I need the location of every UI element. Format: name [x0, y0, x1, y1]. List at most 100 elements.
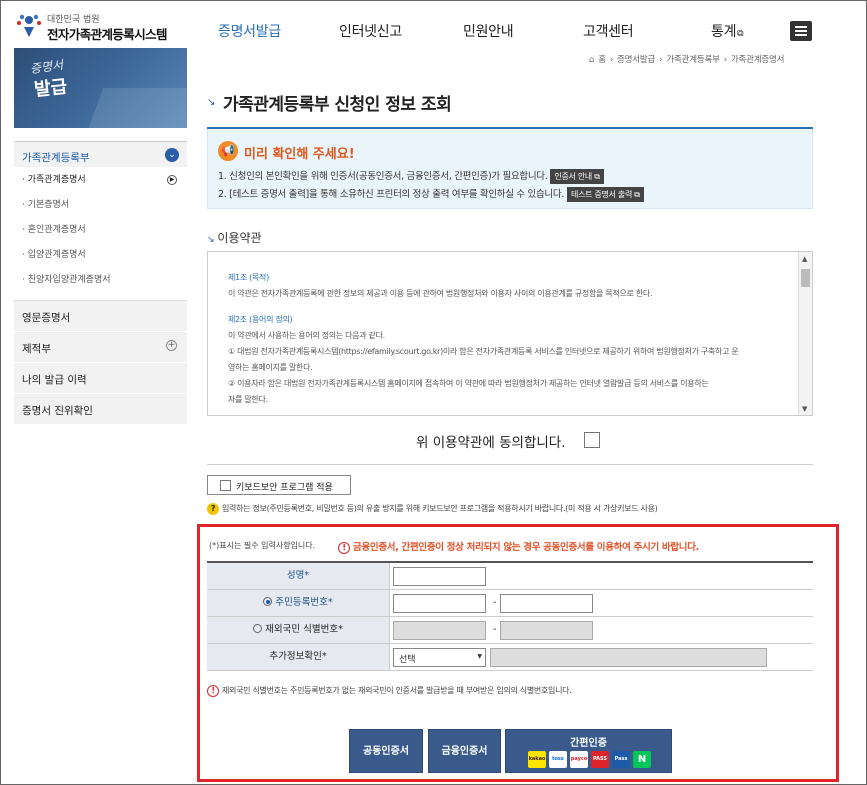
extra-info-select[interactable]: 선택 ▼	[393, 648, 486, 667]
notice-heading: 미리 확인해 주세요!	[244, 147, 355, 162]
nav-statistics-label: 통계	[711, 24, 737, 40]
applicant-form: 성명* 주민등록번호* - 재외국민 식별번호* - 추가정보확인* 선택 ▼	[207, 561, 813, 671]
site-logo[interactable]: 대한민국 법원 전자가족관계등록시스템	[15, 9, 185, 49]
sidebar-subitem-marriage[interactable]: · 혼인관계증명서	[22, 223, 187, 248]
financial-cert-button[interactable]: 금융인증서	[428, 729, 501, 773]
rrn-front-input[interactable]	[393, 594, 486, 613]
sidebar-item-english[interactable]: 영문증명서	[14, 301, 187, 332]
extra-info-input[interactable]	[490, 648, 767, 667]
foreign-id-dash: -	[493, 624, 497, 635]
breadcrumb-register[interactable]: 가족관계등록부	[666, 55, 720, 65]
terms-agree-checkbox[interactable]	[584, 432, 600, 448]
foreign-id-front-input[interactable]	[393, 621, 486, 640]
logo-title: 전자가족관계등록시스템	[47, 27, 168, 42]
page-frame: 대한민국 법원 전자가족관계등록시스템 증명서발급 인터넷신고 민원안내 고객센…	[0, 0, 867, 785]
title-bullet-icon: ↘	[207, 97, 216, 108]
chevron-down-icon: ⌄	[165, 148, 179, 162]
nav-civil-guide[interactable]: 민원안내	[463, 21, 514, 41]
hamburger-icon	[795, 26, 807, 28]
form-row-foreign-id: 재외국민 식별번호* -	[207, 617, 813, 644]
nav-certificate-issue[interactable]: 증명서발급	[218, 21, 281, 41]
simple-auth-button[interactable]: 간편인증 kakao toss payco PASS Pass N	[505, 729, 672, 773]
naver-icon: N	[633, 751, 651, 768]
breadcrumb-home[interactable]: 홈	[598, 55, 606, 65]
keyboard-note: ? 입력하는 정보(주민등록번호, 비밀번호 등)의 유출 방지를 위해 키보드보…	[207, 503, 658, 515]
court-emblem-icon	[17, 14, 41, 37]
rrn-label-text: 주민등록번호	[275, 597, 328, 608]
sidebar-item-label: 영문증명서	[22, 312, 71, 324]
terms-content: 제1조 (목적) 이 약관은 전자가족관계등록에 관한 정보의 제공과 이용 등…	[228, 270, 788, 408]
cert-guide-button[interactable]: 인증서 안내 ⧉	[550, 169, 604, 184]
sidebar-item-my-history[interactable]: 나의 발급 이력	[14, 363, 187, 394]
article2-item2b: 자를 말한다.	[228, 395, 268, 404]
section-visual-banner: 증명서 발급	[14, 48, 187, 128]
joint-cert-button[interactable]: 공동인증서	[349, 729, 423, 773]
sidebar-subitem-basic[interactable]: · 기본증명서	[22, 198, 187, 223]
banner-decoration	[84, 88, 187, 128]
notice-line2: 2. [테스트 증명서 출력]을 통해 소유하신 프린터의 정상 출력 여부를 …	[218, 186, 644, 202]
required-mark: *	[327, 597, 333, 608]
extra-info-select-value: 선택	[399, 655, 416, 665]
notice-line1-text: 1. 신청인의 본인확인을 위해 인증서(공동인증서, 금융인증서, 간편인증)…	[218, 171, 548, 182]
page-title: 가족관계등록부 신청인 정보 조회	[223, 95, 452, 115]
breadcrumb-sep: ›	[659, 55, 663, 65]
nav-statistics[interactable]: 통계⧉	[711, 21, 744, 41]
foreign-id-radio[interactable]	[253, 624, 263, 633]
article2-item1b: 영하는 홈페이지를 말한다.	[228, 363, 313, 372]
cert-warning-text: 금융인증서, 간편인증이 정상 처리되지 않는 경우 공동인증서를 이용하여 주…	[353, 542, 699, 553]
sidebar-item-removal-register[interactable]: 제적부 +	[14, 332, 187, 363]
home-icon[interactable]: ⌂	[589, 55, 594, 65]
rrn-radio[interactable]	[263, 597, 273, 606]
notice-box: 📢 미리 확인해 주세요! 1. 신청인의 본인확인을 위해 인증서(공동인증서…	[207, 129, 813, 209]
foreign-id-note: ! 재외국민 식별번호는 주민등록번호가 없는 재외국민이 인증서를 발급받을 때…	[207, 685, 572, 697]
breadcrumb-sep: ›	[723, 55, 727, 65]
sidebar-item-label: 제적부	[22, 343, 51, 355]
scroll-up-icon[interactable]: ▲	[802, 255, 807, 263]
breadcrumb-issue[interactable]: 증명서발급	[617, 55, 655, 65]
sidebar-item-family-register[interactable]: 가족관계등록부 ⌄	[14, 141, 187, 167]
terms-agree-label: 위 이용약관에 동의합니다.	[416, 435, 566, 451]
terms-scrollbar[interactable]: ▲ ▼	[798, 252, 812, 415]
form-row-extra: 추가정보확인* 선택 ▼	[207, 644, 813, 671]
foreign-id-back-input[interactable]	[500, 621, 593, 640]
rrn-back-input[interactable]	[500, 594, 593, 613]
foreign-id-label: 재외국민 식별번호*	[207, 617, 390, 643]
sidebar-subitem-family-relation[interactable]: · 가족관계증명서 ▶	[22, 173, 187, 198]
required-mark: *	[338, 624, 343, 635]
terms-title: ↘ 이용약관	[207, 229, 262, 246]
terms-title-text: 이용약관	[217, 231, 262, 245]
keyboard-security-button[interactable]: 키보드보안 프로그램 적용	[207, 475, 351, 495]
article1-text: 이 약관은 전자가족관계등록에 관한 정보의 제공과 이용 등에 관하여 법원행…	[228, 289, 653, 298]
keyboard-security-checkbox[interactable]	[220, 480, 231, 491]
alert-icon: !	[338, 542, 350, 554]
subitem-label: · 가족관계증명서	[22, 175, 86, 185]
name-input[interactable]	[393, 567, 486, 586]
terms-scrollbox[interactable]: 제1조 (목적) 이 약관은 전자가족관계등록에 관한 정보의 제공과 이용 등…	[207, 251, 813, 416]
megaphone-icon: 📢	[218, 141, 238, 161]
banner-line2: 발급	[33, 76, 69, 101]
scroll-thumb[interactable]	[801, 269, 810, 287]
sidebar-item-verify[interactable]: 증명서 진위확인	[14, 394, 187, 425]
nav-online-report[interactable]: 인터넷신고	[339, 21, 402, 41]
sidebar-subitem-adoption[interactable]: · 입양관계증명서	[22, 248, 187, 273]
menu-button[interactable]	[790, 21, 812, 41]
extra-info-label-text: 추가정보확인	[269, 651, 322, 662]
hamburger-icon-bar	[795, 30, 807, 32]
title-bullet-icon: ↘	[207, 235, 218, 245]
arrow-right-icon: ▶	[167, 175, 177, 185]
alert-icon: !	[207, 685, 219, 697]
required-mark: *	[321, 651, 327, 662]
article2-item2: ② 이용자라 함은 대법원 전자가족관계등록시스템 홈페이지에 접속하여 이 약…	[228, 379, 709, 388]
form-row-name: 성명*	[207, 563, 813, 590]
test-print-label: 테스트 증명서 출력	[571, 190, 633, 199]
scroll-down-icon[interactable]: ▼	[802, 405, 807, 413]
sidebar-subitem-full-adoption[interactable]: · 친양자입양관계증명서	[22, 273, 187, 298]
extra-info-label: 추가정보확인*	[207, 644, 390, 670]
nav-customer-center[interactable]: 고객센터	[583, 21, 634, 41]
notice-line1: 1. 신청인의 본인확인을 위해 인증서(공동인증서, 금융인증서, 간편인증)…	[218, 168, 604, 184]
article2-text: 이 약관에서 사용하는 용어의 정의는 다음과 같다.	[228, 331, 385, 340]
test-print-button[interactable]: 테스트 증명서 출력 ⧉	[567, 187, 644, 202]
question-icon: ?	[207, 503, 219, 515]
notice-line2-text: 2. [테스트 증명서 출력]을 통해 소유하신 프린터의 정상 출력 여부를 …	[218, 189, 565, 200]
